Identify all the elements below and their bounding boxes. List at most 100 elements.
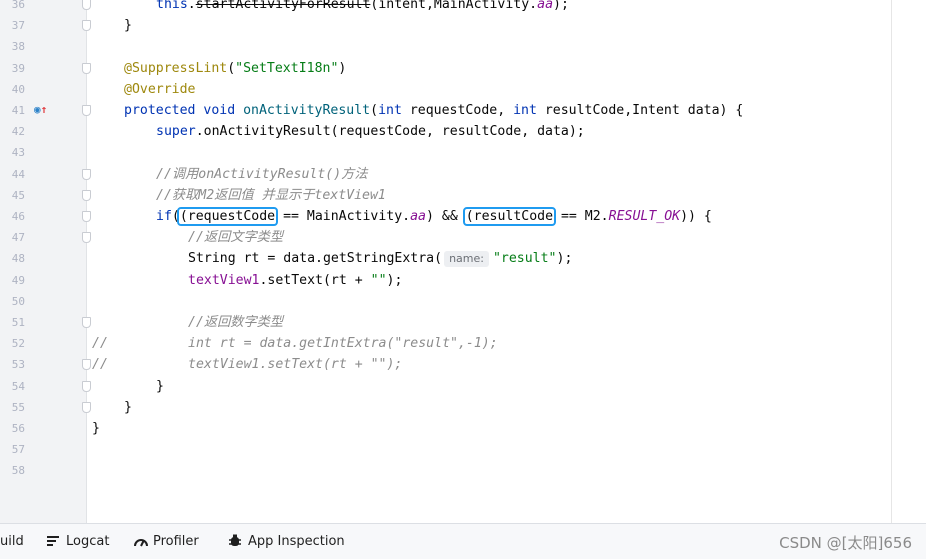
fold-marker-icon[interactable] (82, 62, 91, 74)
comment-prefix: // (92, 336, 108, 352)
override-method-icon[interactable]: ◉↑ (34, 104, 47, 116)
code-token: RESULT_OK (608, 209, 681, 224)
fold-marker-icon[interactable] (82, 20, 91, 32)
code-text: @SuppressLint("SetTextI18n") (124, 58, 346, 79)
line-number: 43 (11, 146, 25, 160)
code-text: //返回数字类型 (188, 312, 283, 333)
code-text: String rt = data.getStringExtra(name: "re… (188, 248, 572, 269)
code-token: ); (386, 272, 403, 288)
fold-marker-icon[interactable] (82, 189, 91, 201)
code-line[interactable]: 40 @Override (0, 79, 891, 100)
code-token: ); (553, 0, 569, 12)
fold-marker-icon[interactable] (82, 168, 91, 180)
logcat-tab[interactable]: Logcat (46, 532, 109, 550)
code-line[interactable]: 55} (0, 397, 891, 418)
code-token: "" (370, 272, 387, 288)
line-number: 39 (11, 61, 25, 75)
code-token: aa (410, 209, 426, 224)
code-token: "SetTextI18n" (235, 60, 339, 76)
code-line[interactable]: 46 if((requestCode == MainActivity.aa) &&… (0, 206, 891, 227)
code-token: } (156, 378, 164, 394)
code-text: super.onActivityResult(requestCode, resu… (156, 121, 585, 142)
code-token: @Override (124, 81, 196, 97)
editor-right-margin (891, 0, 892, 523)
fold-marker-icon[interactable] (82, 211, 91, 222)
line-number: 53 (11, 358, 25, 372)
fold-marker-icon[interactable] (82, 232, 91, 244)
code-token: int rt = data.getIntExtra("result",-1); (188, 336, 498, 352)
profiler-tab-label: Profiler (153, 533, 199, 549)
code-line[interactable]: 42 super.onActivityResult(requestCode, re… (0, 121, 891, 142)
line-number: 48 (11, 252, 25, 266)
code-token: textView1 (188, 272, 260, 288)
fold-marker-icon[interactable] (82, 401, 91, 413)
code-token: . (187, 0, 196, 12)
code-token: ); (556, 251, 573, 267)
highlight-box: (resultCode (462, 207, 557, 226)
line-number: 52 (11, 337, 25, 351)
watermark: CSDN @[太阳]656 (779, 534, 912, 552)
code-line[interactable]: 50 (0, 291, 891, 312)
code-editor[interactable]: 36 this.startActivityForResult(intent,Mai… (0, 0, 926, 523)
code-line[interactable]: 41 ◉↑ protected void onActivityResult(int … (0, 100, 891, 121)
comment-prefix: // (92, 357, 108, 373)
code-line[interactable]: 56} (0, 418, 891, 439)
code-line[interactable]: 48 String rt = data.getStringExtra(name: "… (0, 248, 891, 269)
code-line[interactable]: 36 this.startActivityForResult(intent,Mai… (0, 0, 891, 15)
code-line[interactable]: 49 textView1.setText(rt + ""); (0, 270, 891, 291)
fold-marker-icon[interactable] (82, 317, 91, 328)
code-token: //调用onActivityResult()方法 (156, 166, 368, 182)
code-line[interactable]: 45 //获取M2返回值 并显示于textView1 (0, 185, 891, 206)
code-line[interactable]: 43 (0, 142, 891, 163)
code-line[interactable]: 47 //返回文字类型 (0, 227, 891, 248)
code-text: if((requestCode == MainActivity.aa) && (… (156, 206, 712, 227)
fold-marker-icon[interactable] (82, 105, 91, 116)
profiler-icon (133, 534, 148, 548)
line-number: 49 (11, 273, 25, 287)
parameter-hint: name: (444, 251, 489, 268)
fold-marker-icon[interactable] (82, 380, 91, 392)
line-number: 42 (11, 125, 25, 139)
line-number: 56 (11, 422, 25, 435)
fold-marker-icon[interactable] (82, 359, 91, 371)
build-tab[interactable]: uild (0, 532, 24, 550)
line-number: 51 (11, 316, 25, 329)
code-token: ( (370, 103, 379, 118)
code-text: //返回文字类型 (188, 227, 283, 248)
code-line[interactable]: 39 @SuppressLint("SetTextI18n") (0, 58, 891, 79)
code-token: ( (227, 60, 236, 76)
code-token: } (124, 399, 132, 415)
code-token: == MainActivity. (275, 209, 411, 224)
code-token: int (378, 103, 410, 118)
build-tab-label: uild (0, 533, 24, 549)
code-token: ) (338, 60, 347, 76)
code-line[interactable]: 54} (0, 376, 891, 397)
highlight-box: (requestCode (176, 207, 279, 226)
profiler-tab[interactable]: Profiler (133, 532, 199, 550)
code-token: resultCode,Intent data) { (544, 103, 744, 118)
code-text: this.startActivityForResult(intent,MainA… (156, 0, 569, 15)
code-line[interactable]: 58 (0, 460, 891, 481)
code-text: } (92, 418, 100, 439)
code-text: @Override (124, 79, 195, 100)
app-inspection-tab[interactable]: App Inspection (228, 532, 345, 550)
code-line[interactable]: 44 //调用onActivityResult()方法 (0, 164, 891, 185)
code-line[interactable]: 38 (0, 36, 891, 57)
code-line[interactable]: 51 //返回数字类型 (0, 312, 891, 333)
code-text: int rt = data.getIntExtra("result",-1); (188, 333, 498, 354)
app-inspection-tab-label: App Inspection (248, 533, 345, 549)
code-token: String rt = data.getStringExtra( (188, 251, 443, 267)
code-line[interactable]: 53 // textView1.setText(rt + ""); (0, 354, 891, 375)
code-token: textView1.setText(rt + ""); (188, 357, 403, 373)
code-line[interactable]: 37} (0, 15, 891, 36)
code-text: protected void onActivityResult(int requ… (124, 100, 743, 121)
code-token: @SuppressLint (124, 60, 228, 76)
code-token: (intent,MainActivity. (370, 0, 538, 12)
code-line[interactable]: 57 (0, 439, 891, 460)
line-number: 37 (11, 19, 25, 33)
code-text: textView1.setText(rt + ""); (188, 354, 402, 375)
code-line[interactable]: 52 // int rt = data.getIntExtra("result",-… (0, 333, 891, 354)
line-number: 45 (11, 188, 25, 202)
fold-marker-icon[interactable] (82, 0, 91, 10)
code-token: requestCode, (409, 103, 514, 118)
